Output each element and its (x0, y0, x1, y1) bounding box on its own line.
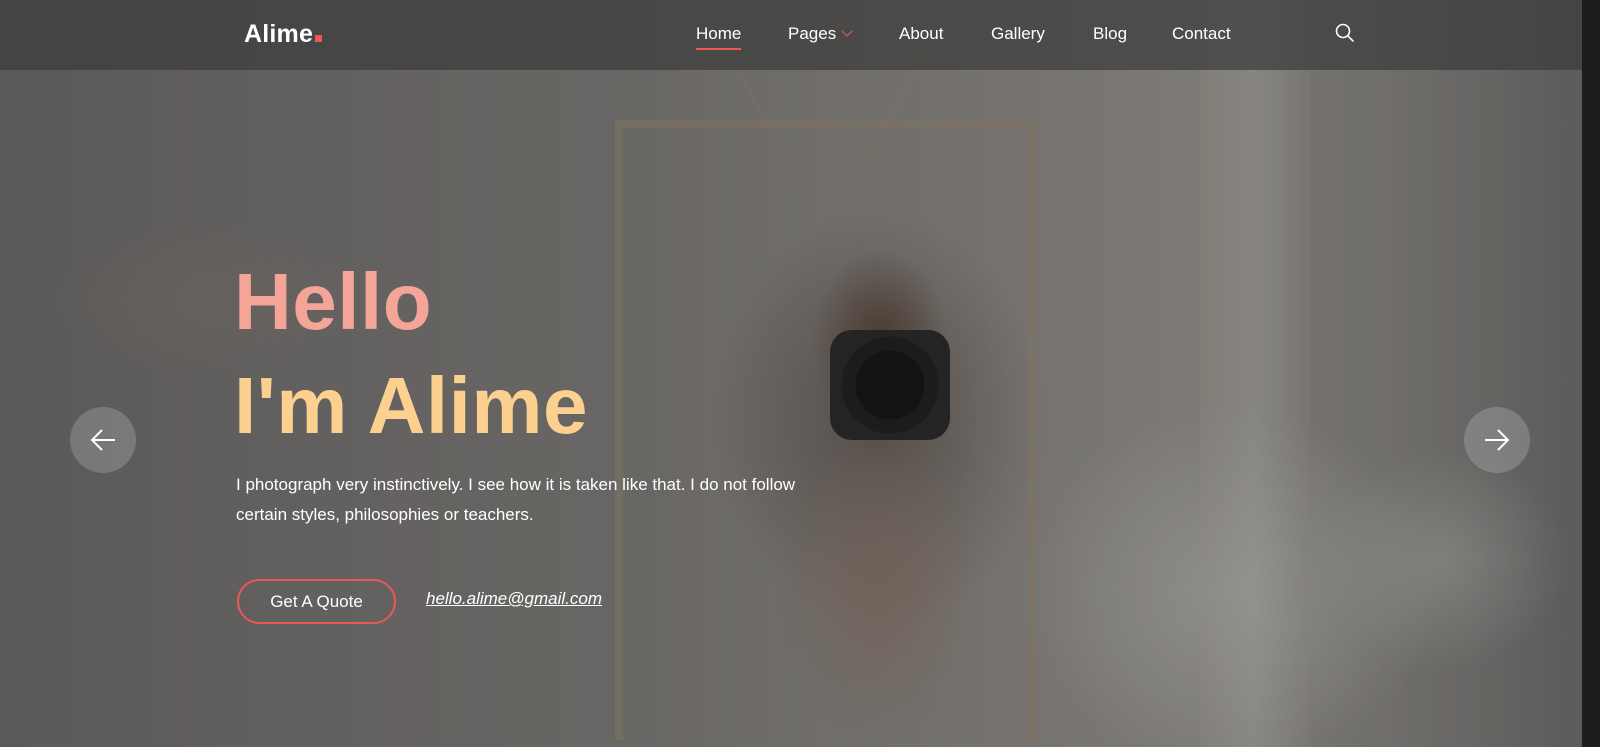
nav-item-pages[interactable]: Pages (788, 24, 853, 44)
slider-prev-button[interactable] (70, 407, 136, 473)
page: Alime Home Pages About Gallery Blog Cont… (0, 0, 1600, 747)
chevron-down-icon (841, 25, 853, 37)
nav-item-blog[interactable]: Blog (1093, 24, 1127, 44)
nav-item-label: Blog (1093, 24, 1128, 43)
brand-name: Alime (244, 20, 314, 48)
arrow-left-icon (90, 429, 115, 451)
nav-item-label: Pages (788, 24, 837, 43)
nav-item-label: Home (696, 24, 742, 43)
slider-next-button[interactable] (1464, 407, 1530, 473)
brand-dot (315, 35, 323, 42)
hero-title-line-2: I'm Alime (234, 361, 588, 450)
search-button[interactable] (1334, 22, 1358, 46)
nav-item-home[interactable]: Home (696, 24, 742, 50)
nav-item-label: Contact (1172, 24, 1231, 43)
site-header: Alime Home Pages About Gallery Blog Cont… (0, 0, 1582, 70)
hero-description: I photograph very instinctively. I see h… (236, 475, 796, 524)
scrollbar-gutter (1582, 0, 1600, 747)
get-a-quote-button[interactable]: Get A Quote (237, 579, 396, 624)
nav-item-label: Gallery (991, 24, 1045, 43)
arrow-right-icon (1485, 429, 1510, 451)
email-link[interactable]: hello.alime@gmail.com (426, 589, 602, 609)
nav-item-gallery[interactable]: Gallery (991, 24, 1045, 44)
brand-logo[interactable]: Alime (244, 20, 323, 49)
search-icon (1335, 23, 1354, 42)
nav-item-label: About (899, 24, 944, 43)
hero-title-line-1: Hello (234, 257, 433, 346)
nav-item-contact[interactable]: Contact (1172, 24, 1231, 44)
nav-item-about[interactable]: About (899, 24, 943, 44)
